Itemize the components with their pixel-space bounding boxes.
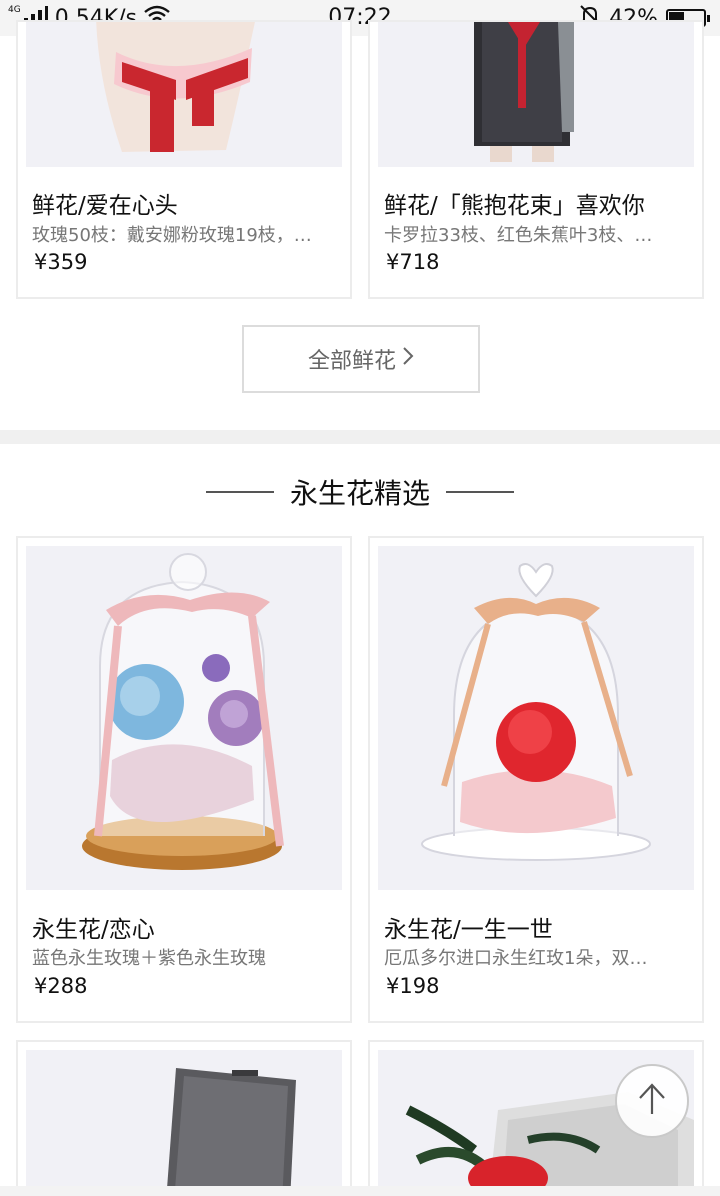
product-name[interactable]: 鲜花/爱在心头 [32, 186, 178, 220]
glass-dome-blue-rose [82, 553, 284, 870]
bouquet-illustration [474, 22, 574, 162]
product-card-3[interactable]: 永生花/恋心 蓝色永生玫瑰＋紫色永生玫瑰 ¥288 [16, 536, 352, 1023]
glass-dome-red-rose [421, 563, 651, 861]
product-card-1[interactable]: 鲜花/爱在心头 玫瑰50枝：戴安娜粉玫瑰19枝，… ¥359 [16, 20, 352, 299]
product-desc: 厄瓜多尔进口永生红玫1朵，双… [384, 948, 648, 969]
product-card-2[interactable]: 鲜花/「熊抱花束」喜欢你 卡罗拉33枝、红色朱蕉叶3枝、… ¥718 [368, 20, 704, 299]
product-price: ¥718 [386, 250, 440, 274]
product-price: ¥288 [34, 974, 88, 998]
product-price: ¥359 [34, 250, 88, 274]
all-fresh-flowers-button[interactable]: 全部鲜花 [242, 325, 480, 393]
section-divider [0, 430, 720, 444]
product-image[interactable] [26, 1050, 342, 1196]
product-price: ¥198 [386, 974, 440, 998]
product-desc: 玫瑰50枝：戴安娜粉玫瑰19枝，… [32, 225, 312, 246]
product-image[interactable] [378, 546, 694, 890]
section-heading: 永生花精选 [0, 472, 720, 512]
product-name[interactable]: 永生花/恋心 [32, 910, 155, 944]
heading-line-right [446, 491, 514, 493]
product-card-5[interactable] [16, 1040, 352, 1196]
heading-line-left [205, 491, 274, 493]
product-card-4[interactable]: 永生花/一生一世 厄瓜多尔进口永生红玫1朵，双… ¥198 [368, 536, 704, 1023]
product-image[interactable] [26, 22, 342, 167]
product-name[interactable]: 鲜花/「熊抱花束」喜欢你 [384, 186, 645, 220]
gift-box-illustration [166, 1068, 296, 1196]
section-title: 永生花精选 [289, 477, 430, 510]
more-button-label: 全部鲜花 [307, 349, 396, 374]
product-image[interactable] [26, 546, 342, 890]
bottom-edge [0, 1186, 720, 1196]
chevron-right-icon [402, 346, 414, 372]
product-name[interactable]: 永生花/一生一世 [384, 910, 553, 944]
scroll-to-top-button[interactable] [615, 1064, 689, 1138]
product-desc: 卡罗拉33枝、红色朱蕉叶3枝、… [384, 225, 653, 246]
bouquet-illustration [96, 22, 255, 152]
arrow-up-icon [637, 1082, 667, 1120]
product-desc: 蓝色永生玫瑰＋紫色永生玫瑰 [32, 948, 266, 969]
product-image[interactable] [378, 22, 694, 167]
